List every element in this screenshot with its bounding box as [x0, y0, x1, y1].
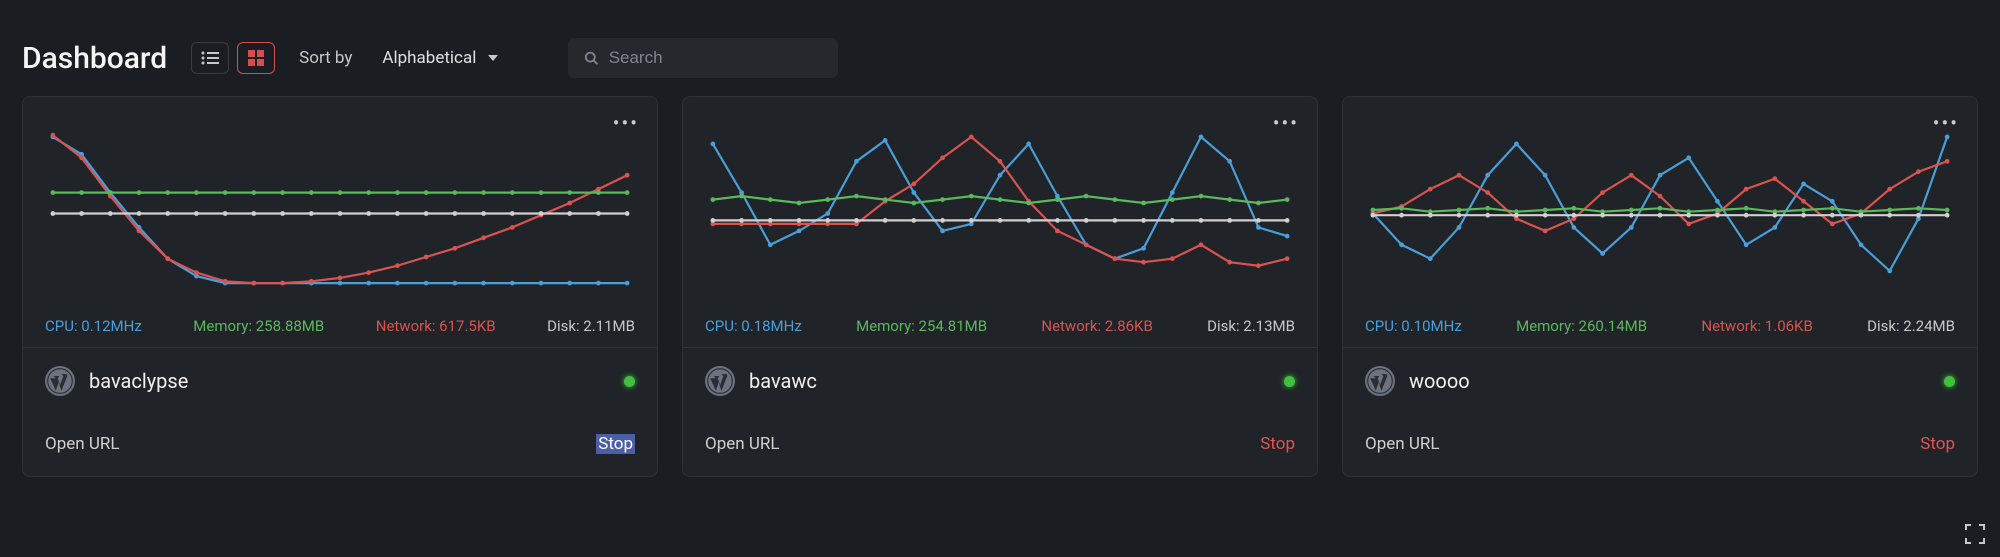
- cpu-metric: CPU: 0.18MHz: [705, 317, 802, 335]
- stop-button[interactable]: Stop: [1260, 434, 1295, 454]
- open-url-link[interactable]: Open URL: [1365, 434, 1440, 454]
- search-input[interactable]: [609, 48, 823, 68]
- site-card: ••• CPU: 0.12MHz Memory: 258.88MB Networ…: [22, 96, 658, 477]
- card-title-row: bavaclypse: [23, 348, 657, 414]
- cpu-metric: CPU: 0.12MHz: [45, 317, 142, 335]
- memory-metric: Memory: 254.81MB: [856, 317, 987, 335]
- wordpress-logo: [705, 366, 735, 396]
- card-actions: Open URL Stop: [683, 414, 1317, 476]
- open-url-link[interactable]: Open URL: [705, 434, 780, 454]
- page-title: Dashboard: [22, 41, 167, 76]
- resource-chart: [45, 115, 635, 305]
- open-url-link[interactable]: Open URL: [45, 434, 120, 454]
- search-icon: [584, 50, 598, 66]
- stop-button[interactable]: Stop: [596, 434, 635, 454]
- resource-chart: [705, 115, 1295, 305]
- metrics-row: CPU: 0.18MHz Memory: 254.81MB Network: 2…: [705, 305, 1295, 335]
- list-icon: [201, 51, 219, 65]
- header-bar: Dashboard Sort by Alphabetical: [0, 0, 2000, 96]
- grid-view-button[interactable]: [237, 42, 275, 74]
- more-menu-button[interactable]: •••: [1273, 111, 1299, 135]
- wordpress-icon: [1366, 367, 1394, 395]
- view-toggle: [191, 42, 275, 74]
- cards-container: ••• CPU: 0.12MHz Memory: 258.88MB Networ…: [0, 96, 2000, 477]
- disk-metric: Disk: 2.13MB: [1207, 317, 1295, 335]
- fullscreen-icon: [1964, 523, 1986, 545]
- card-title-row: woooo: [1343, 348, 1977, 414]
- card-chart-area: ••• CPU: 0.18MHz Memory: 254.81MB Networ…: [683, 97, 1317, 348]
- search-box[interactable]: [568, 38, 838, 78]
- card-actions: Open URL Stop: [23, 414, 657, 476]
- site-name: woooo: [1409, 369, 1470, 393]
- resource-chart: [1365, 115, 1955, 305]
- site-card: ••• CPU: 0.18MHz Memory: 254.81MB Networ…: [682, 96, 1318, 477]
- network-metric: Network: 2.86KB: [1041, 317, 1152, 335]
- sort-select[interactable]: Alphabetical: [366, 40, 514, 76]
- metrics-row: CPU: 0.12MHz Memory: 258.88MB Network: 6…: [45, 305, 635, 335]
- disk-metric: Disk: 2.11MB: [547, 317, 635, 335]
- network-metric: Network: 617.5KB: [376, 317, 496, 335]
- status-indicator: [624, 376, 635, 387]
- more-menu-button[interactable]: •••: [613, 111, 639, 135]
- cpu-metric: CPU: 0.10MHz: [1365, 317, 1462, 335]
- metrics-row: CPU: 0.10MHz Memory: 260.14MB Network: 1…: [1365, 305, 1955, 335]
- sort-value: Alphabetical: [382, 48, 476, 68]
- site-name: bavaclypse: [89, 369, 188, 393]
- stop-button[interactable]: Stop: [1920, 434, 1955, 454]
- more-menu-button[interactable]: •••: [1933, 111, 1959, 135]
- card-chart-area: ••• CPU: 0.10MHz Memory: 260.14MB Networ…: [1343, 97, 1977, 348]
- disk-metric: Disk: 2.24MB: [1867, 317, 1955, 335]
- wordpress-logo: [1365, 366, 1395, 396]
- list-view-button[interactable]: [191, 42, 229, 74]
- card-actions: Open URL Stop: [1343, 414, 1977, 476]
- grid-icon: [248, 50, 264, 66]
- memory-metric: Memory: 258.88MB: [193, 317, 324, 335]
- network-metric: Network: 1.06KB: [1701, 317, 1812, 335]
- site-card: ••• CPU: 0.10MHz Memory: 260.14MB Networ…: [1342, 96, 1978, 477]
- site-name: bavawc: [749, 369, 817, 393]
- wordpress-icon: [706, 367, 734, 395]
- wordpress-logo: [45, 366, 75, 396]
- wordpress-icon: [46, 367, 74, 395]
- chevron-down-icon: [488, 55, 498, 61]
- sort-by-label: Sort by: [299, 48, 352, 68]
- memory-metric: Memory: 260.14MB: [1516, 317, 1647, 335]
- fullscreen-button[interactable]: [1964, 523, 1986, 545]
- status-indicator: [1284, 376, 1295, 387]
- status-indicator: [1944, 376, 1955, 387]
- card-chart-area: ••• CPU: 0.12MHz Memory: 258.88MB Networ…: [23, 97, 657, 348]
- card-title-row: bavawc: [683, 348, 1317, 414]
